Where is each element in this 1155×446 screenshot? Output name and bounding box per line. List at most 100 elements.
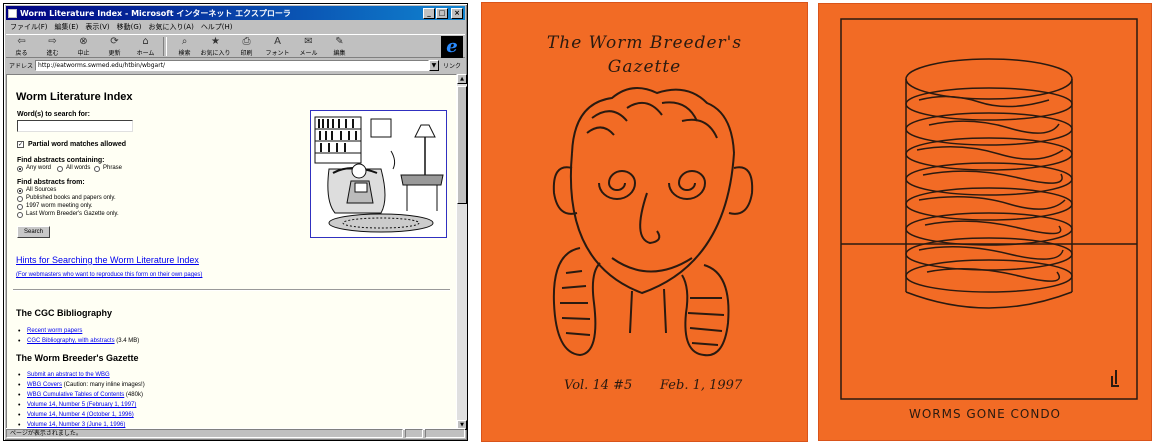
find-from-label: Find abstracts from: bbox=[17, 179, 85, 186]
volume-14-4-link[interactable]: Volume 14, Number 4 (October 1, 1996) bbox=[27, 412, 134, 418]
vertical-scrollbar[interactable]: ▲ ▼ bbox=[457, 74, 467, 430]
radio-1997-meeting[interactable] bbox=[17, 204, 23, 210]
toolbar: ⇦ 戻る ⇨ 進む ⊗ 中止 ⟳ 更新 ⌂ ホーム ⌕ 検索 ★ お気に入り ⎙ 印刷 A フォン… bbox=[6, 34, 465, 58]
cartoon-face-illustration bbox=[552, 87, 754, 357]
back-button[interactable]: ⇦ 戻る bbox=[6, 35, 37, 58]
search-icon: ⌕ bbox=[181, 36, 188, 47]
horizontal-divider bbox=[13, 289, 450, 291]
print-icon: ⎙ bbox=[242, 36, 251, 47]
menu-edit[interactable]: 編集(E) bbox=[55, 22, 79, 32]
maximize-button[interactable]: □ bbox=[436, 7, 448, 19]
wbg-covers-link[interactable]: WBG Covers bbox=[27, 382, 62, 388]
browser-window: Worm Literature Index - Microsoft インターネッ… bbox=[3, 3, 468, 441]
zone-cell bbox=[425, 429, 465, 438]
list-item: CGC Bibliography, with abstracts (3.4 MB… bbox=[18, 338, 140, 345]
list-item: WBG Cumulative Tables of Contents (480k) bbox=[18, 392, 143, 399]
stop-icon: ⊗ bbox=[79, 36, 88, 47]
cumulative-toc-link[interactable]: WBG Cumulative Tables of Contents bbox=[27, 392, 124, 398]
submit-abstract-link[interactable]: Submit an abstract to the WBG bbox=[27, 372, 110, 378]
radio-any-word[interactable] bbox=[17, 166, 23, 172]
menu-help[interactable]: ヘルプ(H) bbox=[201, 22, 233, 32]
radio-any-word-label: Any word bbox=[26, 165, 52, 171]
menu-go[interactable]: 移動(G) bbox=[117, 22, 142, 32]
menu-bar: ファイル(F) 編集(E) 表示(V) 移動(G) お気に入り(A) ヘルプ(H… bbox=[6, 21, 465, 33]
toolbar-separator bbox=[163, 37, 167, 56]
gazette-cover: The Worm Breeder's Gazette Vol. 14 #5 Fe… bbox=[481, 2, 808, 442]
condo-caption: WORMS GONE CONDO bbox=[908, 407, 1062, 421]
refresh-button[interactable]: ⟳ 更新 bbox=[99, 35, 130, 58]
address-dropdown-chevron-icon[interactable]: ▼ bbox=[428, 60, 439, 71]
find-containing-label: Find abstracts containing: bbox=[17, 157, 105, 164]
status-cell bbox=[405, 429, 423, 438]
ie-logo-icon: e bbox=[441, 36, 463, 58]
links-button[interactable]: リンク bbox=[443, 61, 461, 70]
print-button[interactable]: ⎙ 印刷 bbox=[231, 35, 262, 58]
favorites-button[interactable]: ★ お気に入り bbox=[200, 35, 231, 58]
reading-room-illustration bbox=[310, 110, 447, 238]
partial-match-checkbox[interactable]: ✓ bbox=[17, 141, 24, 148]
refresh-icon: ⟳ bbox=[110, 36, 119, 47]
search-button[interactable]: ⌕ 検索 bbox=[169, 35, 200, 58]
radio-phrase[interactable] bbox=[94, 166, 100, 172]
scroll-up-arrow-icon[interactable]: ▲ bbox=[457, 74, 467, 84]
list-item: Submit an abstract to the WBG bbox=[18, 372, 110, 379]
home-button[interactable]: ⌂ ホーム bbox=[130, 35, 161, 58]
menu-favorites[interactable]: お気に入り(A) bbox=[149, 22, 194, 32]
radio-all-words-label: All words bbox=[66, 165, 91, 171]
cgc-bibliography-link[interactable]: CGC Bibliography, with abstracts bbox=[27, 338, 115, 344]
wbg-heading: The Worm Breeder's Gazette bbox=[16, 353, 139, 363]
hints-link[interactable]: Hints for Searching the Worm Literature … bbox=[16, 255, 199, 265]
home-icon: ⌂ bbox=[142, 36, 149, 47]
page-title: Worm Literature Index bbox=[16, 91, 133, 103]
partial-match-label: Partial word matches allowed bbox=[28, 141, 127, 148]
radio-published-only[interactable] bbox=[17, 196, 23, 202]
status-bar: ページが表示されました。 bbox=[6, 428, 465, 438]
status-text: ページが表示されました。 bbox=[6, 429, 403, 438]
stop-button[interactable]: ⊗ 中止 bbox=[68, 35, 99, 58]
recent-worm-papers-link[interactable]: Recent worm papers bbox=[27, 328, 82, 334]
gazette-volume: Vol. 14 #5 bbox=[564, 378, 633, 393]
search-label: Word(s) to search for: bbox=[17, 111, 90, 118]
forward-button[interactable]: ⇨ 進む bbox=[37, 35, 68, 58]
font-button[interactable]: A フォント bbox=[262, 35, 293, 58]
edit-icon: ✎ bbox=[335, 36, 344, 47]
size-note: (480k) bbox=[124, 392, 143, 398]
mail-button[interactable]: ✉ メール bbox=[293, 35, 324, 58]
list-item: Volume 14, Number 5 (February 1, 1997) bbox=[18, 402, 136, 409]
back-arrow-icon: ⇦ bbox=[17, 36, 26, 47]
menu-file[interactable]: ファイル(F) bbox=[10, 22, 48, 32]
volume-14-5-link[interactable]: Volume 14, Number 5 (February 1, 1997) bbox=[27, 402, 136, 408]
close-button[interactable]: × bbox=[451, 7, 463, 19]
scroll-thumb[interactable] bbox=[457, 86, 467, 204]
cgc-heading: The CGC Bibliography bbox=[16, 308, 113, 318]
favorites-icon: ★ bbox=[211, 36, 220, 47]
edit-button[interactable]: ✎ 編集 bbox=[324, 35, 355, 58]
font-icon: A bbox=[274, 36, 281, 47]
radio-published-only-label: Published books and papers only. bbox=[26, 195, 116, 201]
stacked-petri-dishes-illustration bbox=[840, 18, 1138, 400]
address-bar: アドレス http://eatworms.swmed.edu/htbin/wbg… bbox=[6, 59, 465, 72]
list-item: Recent worm papers bbox=[18, 328, 82, 335]
list-item: Volume 14, Number 4 (October 1, 1996) bbox=[18, 412, 134, 419]
webmasters-link[interactable]: (For webmasters who want to reproduce th… bbox=[16, 272, 202, 278]
search-input[interactable] bbox=[17, 120, 133, 132]
radio-last-wbg[interactable] bbox=[17, 212, 23, 218]
gazette-date: Feb. 1, 1997 bbox=[660, 378, 743, 393]
menu-view[interactable]: 表示(V) bbox=[85, 22, 109, 32]
minimize-button[interactable]: _ bbox=[423, 7, 435, 19]
ie-page-icon bbox=[8, 8, 17, 18]
search-submit-button[interactable]: Search bbox=[17, 226, 50, 238]
radio-all-words[interactable] bbox=[57, 166, 63, 172]
radio-phrase-label: Phrase bbox=[103, 165, 123, 171]
address-input[interactable]: http://eatworms.swmed.edu/htbin/wbgart/ bbox=[35, 60, 429, 71]
radio-all-sources-label: All Sources bbox=[26, 187, 57, 193]
mail-icon: ✉ bbox=[304, 36, 313, 47]
page-viewport[interactable]: Worm Literature Index Word(s) to search … bbox=[6, 74, 457, 430]
list-item: WBG Covers (Caution: many inline images!… bbox=[18, 382, 145, 389]
radio-1997-meeting-label: 1997 worm meeting only. bbox=[26, 203, 93, 209]
caution-note: (Caution: many inline images!) bbox=[62, 382, 145, 388]
title-bar: Worm Literature Index - Microsoft インターネッ… bbox=[6, 6, 465, 20]
window-title: Worm Literature Index - Microsoft インターネッ… bbox=[20, 8, 291, 18]
radio-all-sources[interactable] bbox=[17, 188, 23, 194]
size-note: (3.4 MB) bbox=[114, 338, 140, 344]
